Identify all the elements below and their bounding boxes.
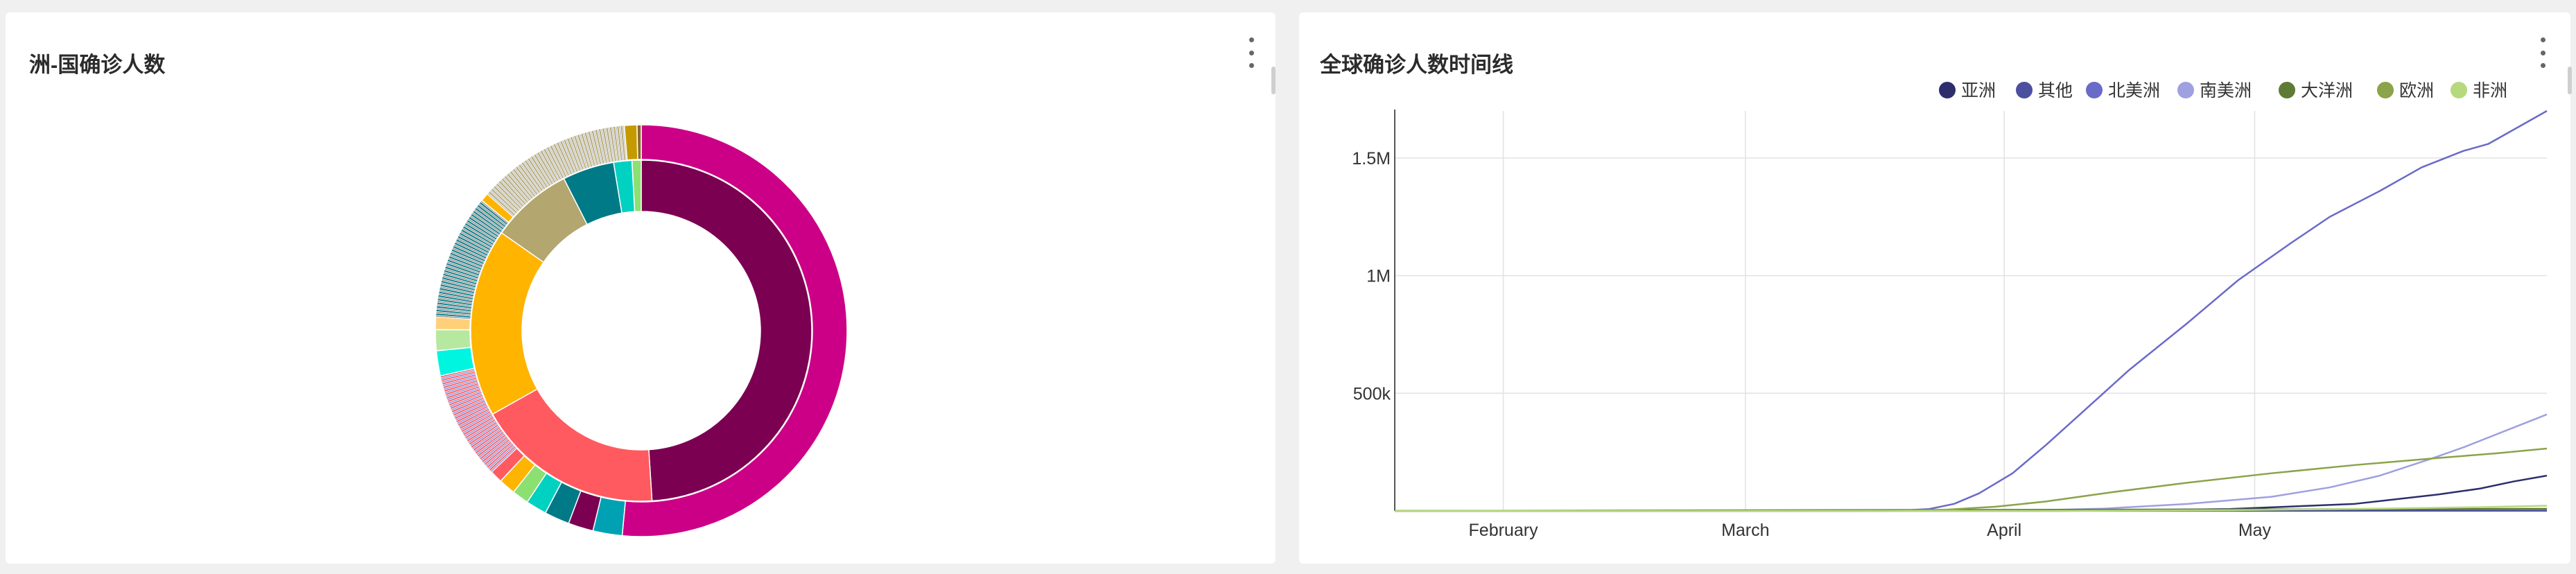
legend-label: 南美洲 <box>2200 81 2252 101</box>
y-tick-label: 1.5M <box>1352 149 1391 168</box>
timeline-panel: 全球确诊人数时间线 February March April May 500k 1M 1.5… <box>1299 12 2572 564</box>
x-tick-label: May <box>2238 521 2272 540</box>
series-line[interactable] <box>1395 110 2548 512</box>
outer-ring-segment[interactable] <box>636 124 642 160</box>
legend-marker <box>2279 82 2295 98</box>
legend-marker <box>2451 82 2467 98</box>
legend-label: 其他 <box>2038 81 2073 101</box>
legend-label: 大洋洲 <box>2301 81 2353 101</box>
legend-marker <box>2177 82 2194 98</box>
sunburst-chart <box>435 124 848 537</box>
sunburst-panel: 洲-国确诊人数 <box>6 12 1276 564</box>
legend-item[interactable]: 其他 <box>2016 81 2073 101</box>
legend-item[interactable]: 南美洲 <box>2177 81 2252 101</box>
legend-item[interactable]: 非洲 <box>2451 81 2507 101</box>
legend-item[interactable]: 大洋洲 <box>2279 81 2353 101</box>
legend-item[interactable]: 北美洲 <box>2086 81 2160 101</box>
legend-item[interactable]: 欧洲 <box>2377 81 2434 101</box>
legend-marker <box>2377 82 2394 98</box>
y-tick-label: 500k <box>1353 384 1391 403</box>
legend-label: 北美洲 <box>2108 81 2160 101</box>
outer-ring-segment[interactable] <box>435 329 472 351</box>
y-tick-label: 1M <box>1366 267 1391 286</box>
legend-marker <box>1939 82 1956 98</box>
legend-item[interactable]: 亚洲 <box>1939 81 1996 101</box>
legend-label: 欧洲 <box>2399 81 2434 101</box>
legend-marker <box>2086 82 2103 98</box>
outer-ring-segment[interactable] <box>623 124 638 161</box>
x-tick-label: April <box>1987 521 2021 540</box>
line-chart: February March April May 500k 1M 1.5M 亚洲 其他 北美洲 南美… <box>1352 81 2548 540</box>
x-tick-label: February <box>1469 521 1539 540</box>
legend-label: 非洲 <box>2473 81 2507 101</box>
x-tick-label: March <box>1721 521 1769 540</box>
legend-label: 亚洲 <box>1961 81 1996 101</box>
series-line[interactable] <box>1394 474 2548 512</box>
legend-marker <box>2016 82 2033 98</box>
